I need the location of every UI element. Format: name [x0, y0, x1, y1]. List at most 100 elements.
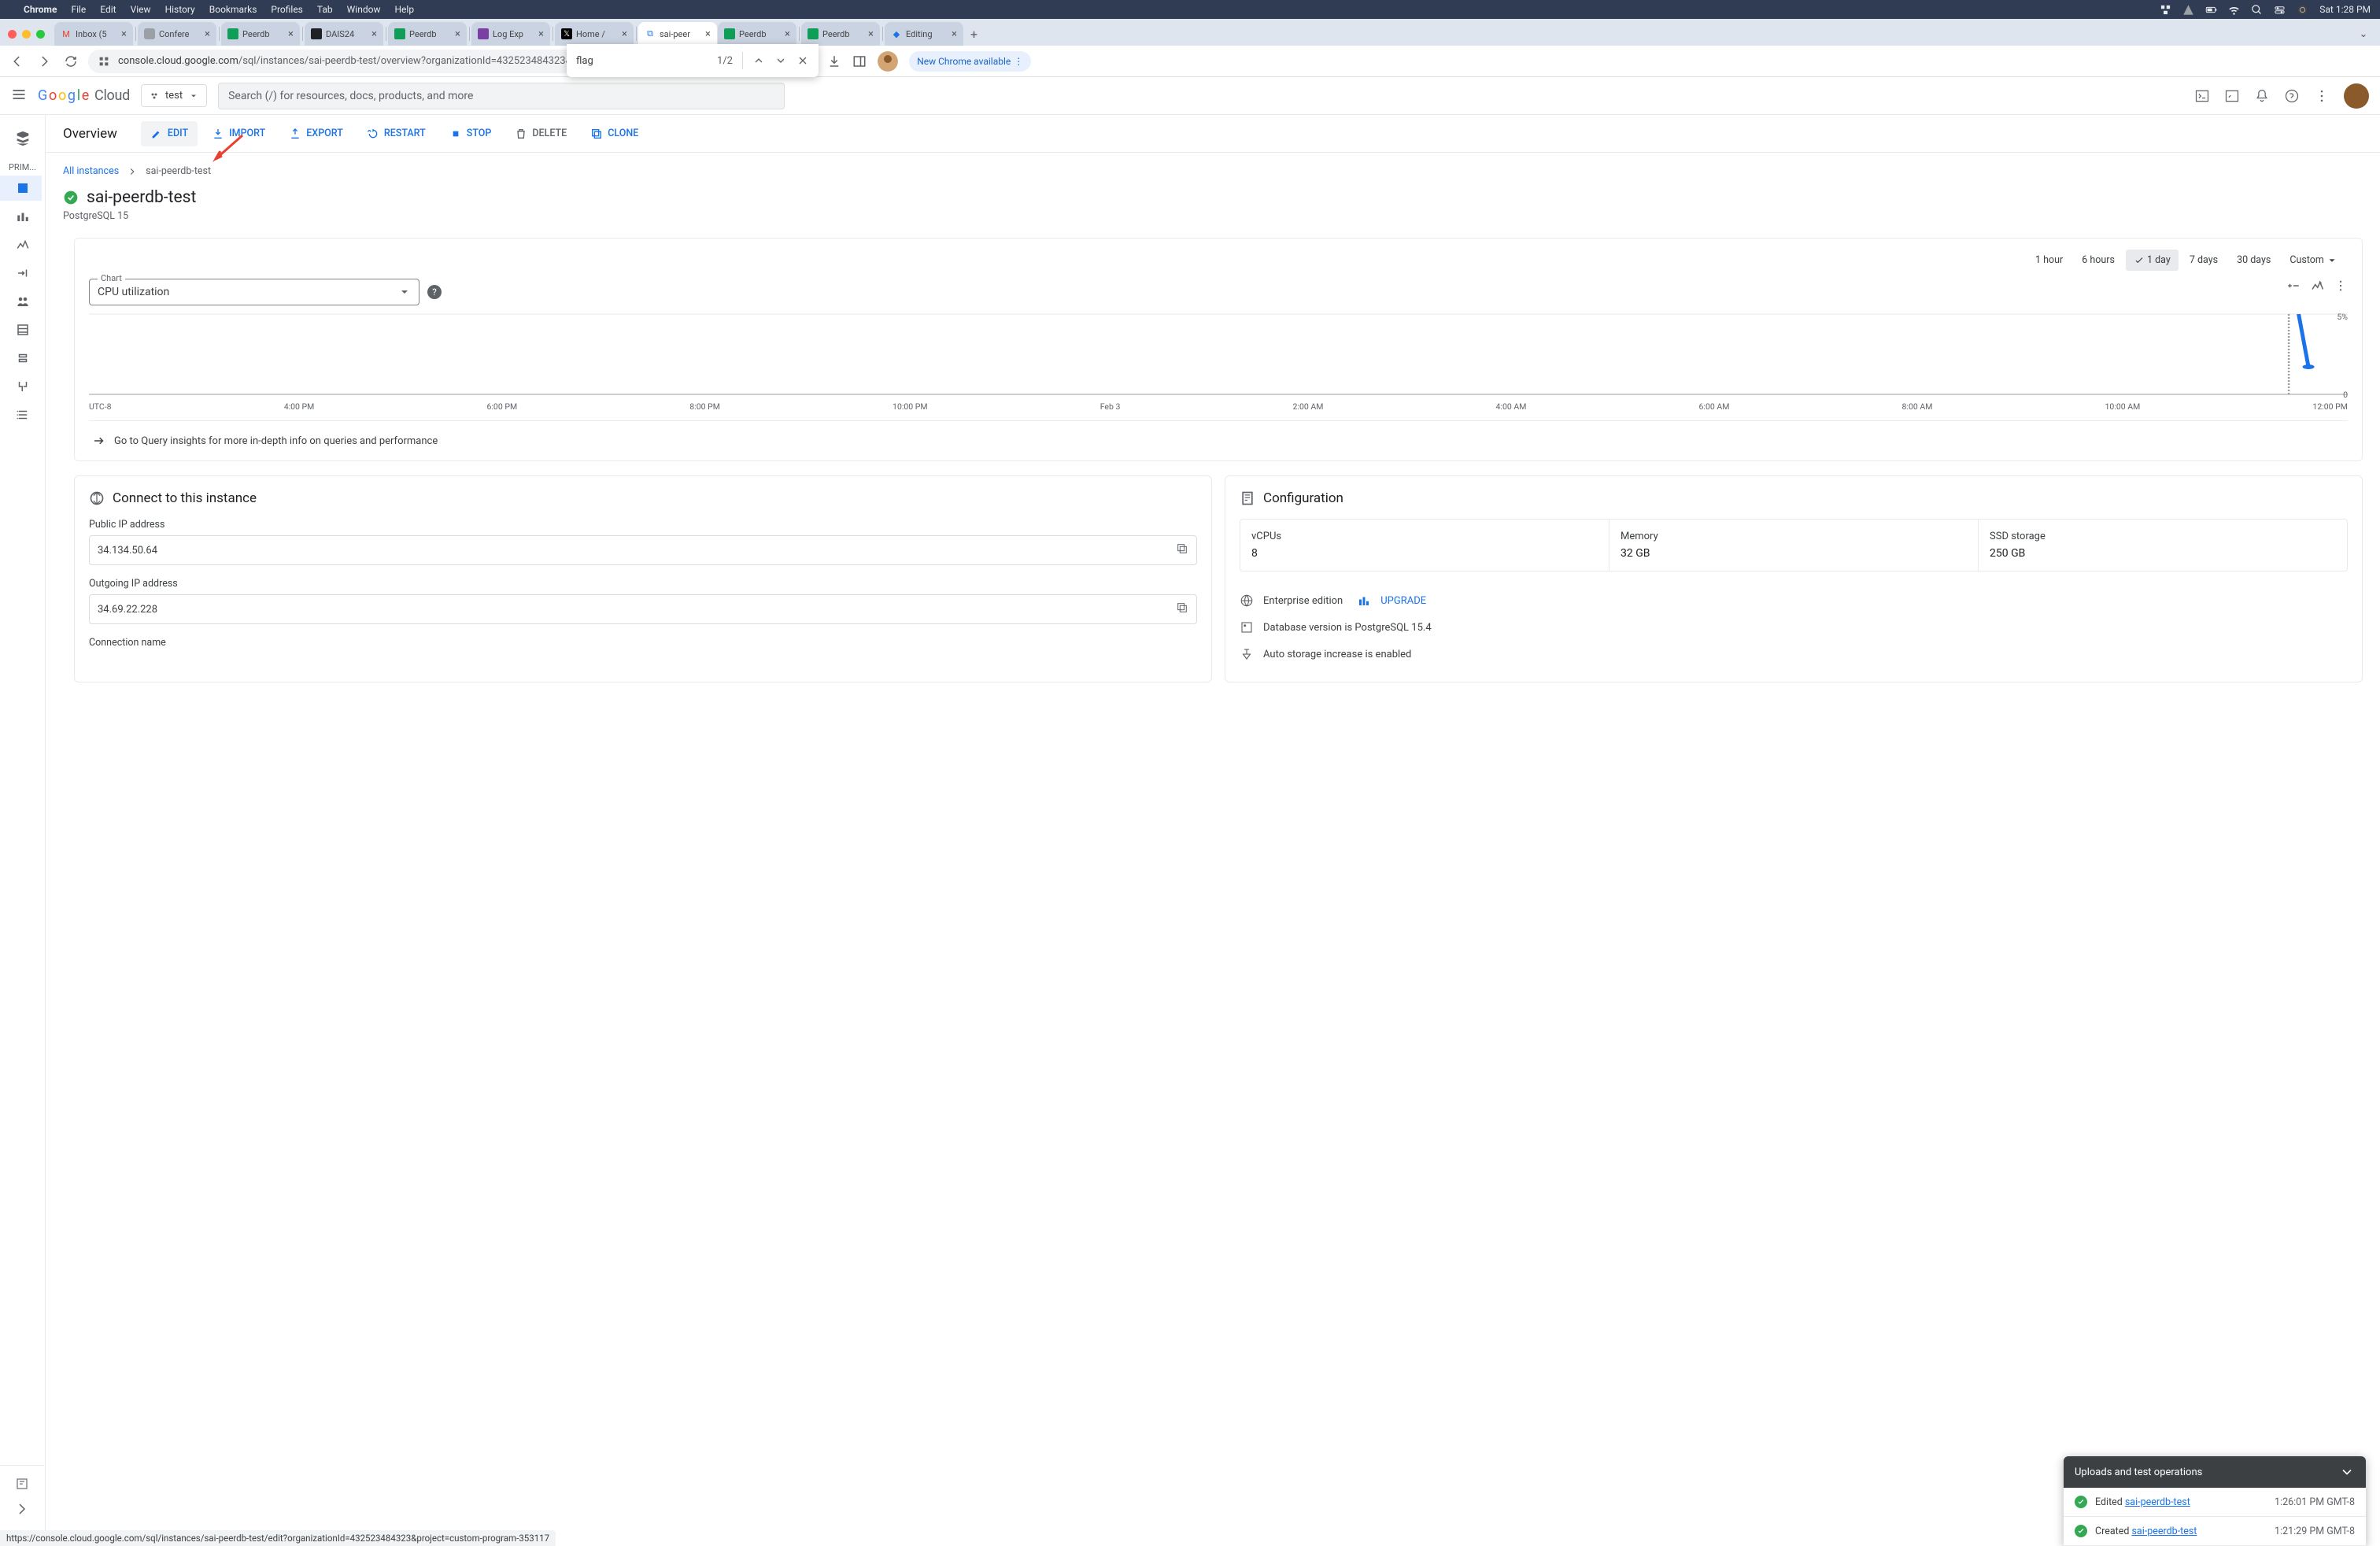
- battery-icon[interactable]: [2205, 4, 2217, 16]
- toast-link[interactable]: sai-peerdb-test: [2125, 1496, 2190, 1508]
- tab-overflow-button[interactable]: ⌄: [2355, 28, 2372, 40]
- close-icon[interactable]: ×: [538, 28, 544, 40]
- back-button[interactable]: [8, 54, 27, 68]
- site-settings-icon[interactable]: [98, 55, 110, 68]
- chart-legend-icon[interactable]: [2286, 279, 2301, 293]
- menu-profiles[interactable]: Profiles: [271, 4, 303, 15]
- tray-icon[interactable]: [2182, 4, 2194, 16]
- browser-tab-active[interactable]: ⧉sai-peer×: [638, 22, 717, 46]
- export-button[interactable]: EXPORT: [279, 121, 353, 146]
- nav-monitoring[interactable]: [7, 204, 39, 229]
- find-next-icon[interactable]: [774, 54, 787, 67]
- copy-icon[interactable]: [1176, 601, 1188, 617]
- nav-menu-icon[interactable]: [11, 87, 27, 105]
- copy-icon[interactable]: [1176, 542, 1188, 558]
- close-icon[interactable]: ×: [952, 28, 957, 40]
- time-tab-1h[interactable]: 1 hour: [2027, 250, 2071, 271]
- restart-button[interactable]: RESTART: [357, 121, 435, 146]
- browser-tab[interactable]: ◆Editing×: [885, 22, 963, 46]
- close-icon[interactable]: ×: [121, 28, 127, 40]
- time-tab-1d[interactable]: 1 day: [2126, 250, 2179, 271]
- gcp-search[interactable]: Search (/) for resources, docs, products…: [218, 83, 785, 109]
- more-icon[interactable]: [2334, 279, 2348, 293]
- nav-insights[interactable]: [7, 232, 39, 257]
- menu-view[interactable]: View: [131, 4, 151, 15]
- browser-tab[interactable]: Peerdb×: [718, 22, 796, 46]
- google-cloud-logo[interactable]: GoogleCloud: [38, 87, 130, 104]
- browser-tab[interactable]: Peerdb×: [801, 22, 880, 46]
- close-icon[interactable]: ×: [705, 28, 711, 40]
- toast-link[interactable]: sai-peerdb-test: [2131, 1526, 2197, 1537]
- browser-tab[interactable]: Confere×: [138, 22, 216, 46]
- wifi-icon[interactable]: [2228, 4, 2240, 16]
- edit-button[interactable]: EDIT: [141, 121, 198, 146]
- close-icon[interactable]: ×: [455, 28, 460, 40]
- menu-tab[interactable]: Tab: [317, 4, 333, 15]
- time-tab-30d[interactable]: 30 days: [2229, 250, 2278, 271]
- browser-tab[interactable]: MInbox (5×: [54, 22, 133, 46]
- time-tab-7d[interactable]: 7 days: [2182, 250, 2226, 271]
- nav-connections[interactable]: [7, 261, 39, 286]
- time-tab-custom[interactable]: Custom: [2282, 250, 2348, 271]
- time-tab-6h[interactable]: 6 hours: [2074, 250, 2123, 271]
- browser-tab[interactable]: Log Exp×: [471, 22, 550, 46]
- browser-tab[interactable]: Peerdb×: [388, 22, 467, 46]
- cloud-shell-icon[interactable]: [2194, 88, 2210, 104]
- find-query[interactable]: flag: [576, 55, 593, 67]
- project-selector[interactable]: test: [141, 84, 207, 107]
- menubar-app[interactable]: Chrome: [24, 4, 57, 15]
- breadcrumb-link[interactable]: All instances: [63, 165, 119, 177]
- clone-button[interactable]: CLONE: [581, 121, 648, 146]
- siri-icon[interactable]: [2297, 4, 2308, 16]
- upgrade-link[interactable]: UPGRADE: [1380, 595, 1426, 607]
- tray-icon[interactable]: [2160, 4, 2171, 16]
- import-button[interactable]: IMPORT: [202, 121, 275, 146]
- new-tab-button[interactable]: +: [964, 27, 984, 42]
- control-center-icon[interactable]: [2274, 4, 2286, 16]
- nav-backups[interactable]: [7, 346, 39, 371]
- close-icon[interactable]: ×: [205, 28, 210, 40]
- chevron-down-icon[interactable]: [2339, 1464, 2355, 1480]
- toast-header[interactable]: Uploads and test operations: [2064, 1456, 2366, 1488]
- menu-window[interactable]: Window: [347, 4, 381, 15]
- nav-databases[interactable]: [7, 317, 39, 342]
- nav-operations[interactable]: [7, 402, 39, 427]
- more-icon[interactable]: [2314, 88, 2330, 104]
- clock[interactable]: Sat 1:28 PM: [2319, 4, 2371, 15]
- close-icon[interactable]: ×: [371, 28, 377, 40]
- gcp-avatar[interactable]: [2344, 83, 2369, 109]
- menu-edit[interactable]: Edit: [100, 4, 116, 15]
- profile-avatar[interactable]: [878, 51, 898, 72]
- nav-users[interactable]: [7, 289, 39, 314]
- expand-icon[interactable]: [15, 1502, 29, 1516]
- menu-bookmarks[interactable]: Bookmarks: [209, 4, 257, 15]
- chart-expand-icon[interactable]: [2310, 279, 2324, 293]
- bell-icon[interactable]: [2254, 88, 2270, 104]
- query-insights-link[interactable]: Go to Query insights for more in-depth i…: [89, 420, 2348, 460]
- chart-metric-selector[interactable]: Chart CPU utilization: [89, 279, 419, 305]
- chrome-update-chip[interactable]: New Chrome available⋮: [909, 51, 1031, 72]
- panel-icon[interactable]: [852, 54, 867, 68]
- close-icon[interactable]: ×: [622, 28, 627, 40]
- product-icon[interactable]: [7, 123, 39, 154]
- delete-button[interactable]: DELETE: [505, 121, 576, 146]
- browser-tab[interactable]: 𝕏Home /×: [555, 22, 634, 46]
- close-icon[interactable]: ×: [288, 28, 294, 40]
- notes-icon[interactable]: [15, 1477, 29, 1491]
- close-icon[interactable]: ×: [868, 28, 874, 40]
- find-prev-icon[interactable]: [752, 54, 765, 67]
- terminal-icon[interactable]: [2224, 88, 2240, 104]
- browser-tab[interactable]: Peerdb×: [221, 22, 300, 46]
- nav-replicas[interactable]: [7, 374, 39, 399]
- forward-button[interactable]: [35, 54, 54, 68]
- find-close-icon[interactable]: [796, 54, 809, 67]
- download-icon[interactable]: [827, 54, 841, 68]
- menu-history[interactable]: History: [165, 4, 195, 15]
- search-icon[interactable]: [2251, 4, 2263, 16]
- menu-help[interactable]: Help: [394, 4, 414, 15]
- reload-button[interactable]: [61, 54, 80, 68]
- nav-overview[interactable]: [0, 176, 42, 201]
- menu-file[interactable]: File: [71, 4, 86, 15]
- stop-button[interactable]: STOP: [440, 121, 501, 146]
- help-icon[interactable]: ?: [427, 285, 442, 299]
